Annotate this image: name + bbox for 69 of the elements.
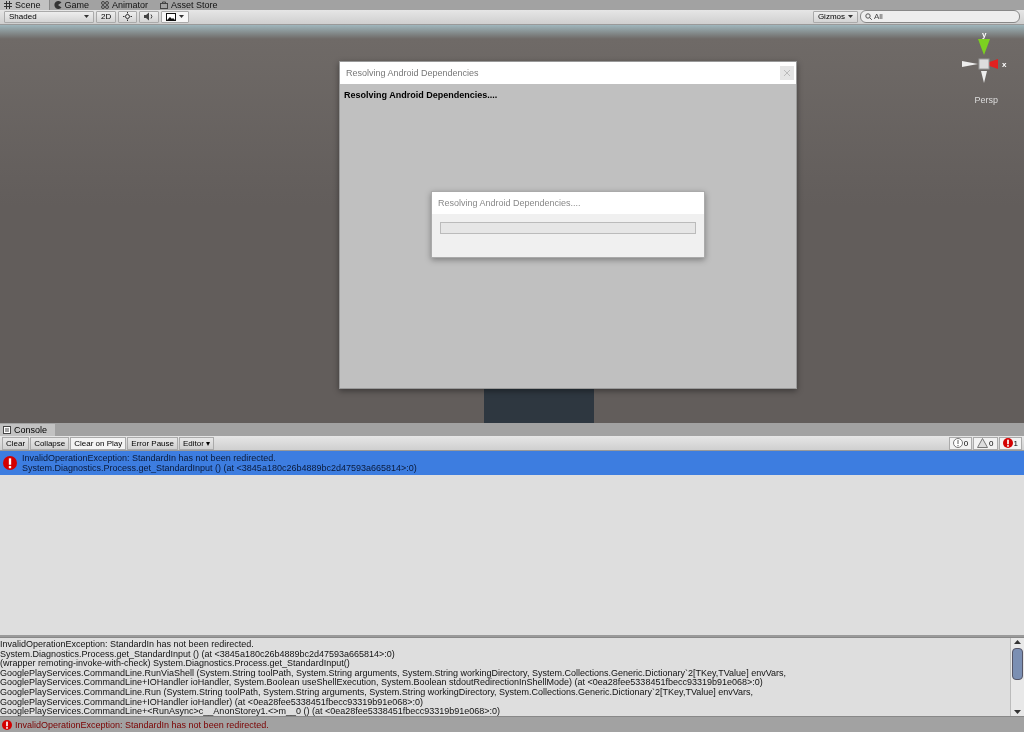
- stack-trace-line: GooglePlayServices.CommandLine.Run (System.String toolPath, System.String arguments, System.String workingDirectory, System.Collections.Generic.Dictionary`2[TKey,TValue] envVars,: [0, 688, 754, 698]
- window-title: Resolving Android Dependencies: [346, 67, 479, 78]
- caret-icon: [179, 15, 185, 19]
- shading-dropdown[interactable]: Shaded: [4, 10, 94, 23]
- console-button[interactable]: Editor ▾: [179, 436, 215, 450]
- tab-label: Asset Store: [171, 0, 218, 10]
- lighting-button[interactable]: [118, 10, 138, 23]
- gizmos-label: Gizmos: [817, 12, 845, 22]
- search-value: All: [874, 12, 883, 22]
- log-entry[interactable]: InvalidOperationException: StandardIn has not been redirected. System.Diagnostics.Process.get_StandardInput () (at <3845a180c26b4889bc2d47593a665814>:0): [0, 451, 1024, 476]
- stack-trace-line: GooglePlayServices.CommandLine+IOHandler ioHandler) (at <0ea28fee5338451fbecc93319b91e068>:0): [0, 697, 424, 708]
- scene-view[interactable]: Resolving Android Dependencies Resolving Android Dependencies.... Resolving Android Dependencies.... y x Persp: [0, 24, 1024, 424]
- audio-button[interactable]: [139, 10, 160, 23]
- dialog-heading: Resolving Android Dependencies....: [343, 88, 499, 102]
- counter-value: 1: [1013, 438, 1018, 448]
- console-button[interactable]: Clear: [2, 436, 30, 450]
- grid-icon: [4, 1, 12, 9]
- axis-gizmo-drawing: y x: [956, 28, 1012, 85]
- stack-trace-line: InvalidOperationException: StandardIn has not been redirected.: [0, 640, 255, 650]
- tab-label: Animator: [112, 0, 149, 10]
- info-icon: [952, 438, 963, 449]
- error-icon: [3, 456, 17, 471]
- speaker-icon: [144, 12, 155, 22]
- scrollbar[interactable]: [1010, 638, 1024, 717]
- stack-trace-line: GooglePlayServices.CommandLine+<RunAsync>c__AnonStorey1.<>m__0 () (at <0ea28fee5338451fbecc93319b91e068>:0): [0, 707, 502, 717]
- tab[interactable]: Asset Store: [156, 0, 226, 10]
- gizmos-dropdown[interactable]: Gizmos: [812, 10, 858, 23]
- console-tab-label: Console: [14, 425, 48, 436]
- tab[interactable]: Animator: [97, 0, 157, 10]
- tab-label: Scene: [15, 0, 41, 10]
- status-message: InvalidOperationException: StandardIn has not been redirected.: [15, 719, 269, 730]
- log-counter[interactable]: 1: [998, 436, 1022, 450]
- search-field[interactable]: All: [860, 10, 1020, 24]
- scroll-thumb[interactable]: [1012, 648, 1023, 681]
- pacman-icon: [53, 1, 62, 9]
- stack-trace-line: System.Diagnostics.Process.get_StandardInput () (at <3845a180c26b4889bc2d47593a665814>:0): [0, 649, 396, 660]
- stack-trace-line: (wrapper remoting-invoke-with-check) System.Diagnostics.Process.get_StandardInput(): [0, 659, 350, 669]
- caret-icon: [84, 15, 89, 19]
- up-arrow-icon[interactable]: [1014, 640, 1021, 645]
- console-tab[interactable]: Console: [0, 424, 56, 437]
- tab-label: Game: [64, 0, 90, 10]
- bag-icon: [160, 1, 169, 9]
- error-icon: [2, 719, 12, 730]
- log-counter[interactable]: 0: [973, 436, 998, 450]
- shading-label: Shaded: [9, 12, 37, 22]
- mode-2d-button[interactable]: 2D: [96, 10, 117, 23]
- counter-value: 0: [989, 438, 994, 448]
- progress-title: Resolving Android Dependencies....: [438, 197, 581, 208]
- log-counter[interactable]: 0: [948, 436, 973, 450]
- console-button[interactable]: Collapse: [30, 436, 70, 450]
- nodes-icon: [101, 1, 110, 9]
- log-entry-text: InvalidOperationException: StandardIn has not been redirected.: [22, 453, 276, 464]
- stack-trace-line: GooglePlayServices.CommandLine+IOHandler ioHandler, System.Boolean useShellExecution, System.Boolean stdoutRedirectionInShellMode) (at <0ea28fee5338451fbecc93319b91e068>:0): [0, 678, 763, 689]
- search-icon: [865, 13, 872, 21]
- close-icon: [784, 69, 790, 76]
- stack-trace-line: GooglePlayServices.CommandLine.RunViaShell (System.String toolPath, System.String arguments, System.String workingDirectory, System.Collections.Generic.Dictionary`2[TKey,TValue] envVars,: [0, 668, 787, 679]
- effects-button[interactable]: [161, 10, 190, 23]
- down-arrow-icon[interactable]: [1014, 710, 1021, 715]
- error-icon: [1002, 438, 1013, 449]
- console-button[interactable]: Clear on Play: [70, 436, 127, 450]
- log-entry-text: System.Diagnostics.Process.get_StandardInput () (at <3845a180c26b4889bc2d47593a665814>:0): [22, 463, 417, 474]
- counter-value: 0: [963, 438, 969, 448]
- projection-label[interactable]: Persp: [974, 94, 998, 105]
- caret-icon: [848, 15, 853, 19]
- sun-icon: [123, 12, 133, 22]
- tab[interactable]: Game: [49, 0, 98, 10]
- console-button[interactable]: Error Pause: [127, 436, 178, 450]
- image-icon: [166, 12, 177, 21]
- console-icon: [3, 426, 11, 435]
